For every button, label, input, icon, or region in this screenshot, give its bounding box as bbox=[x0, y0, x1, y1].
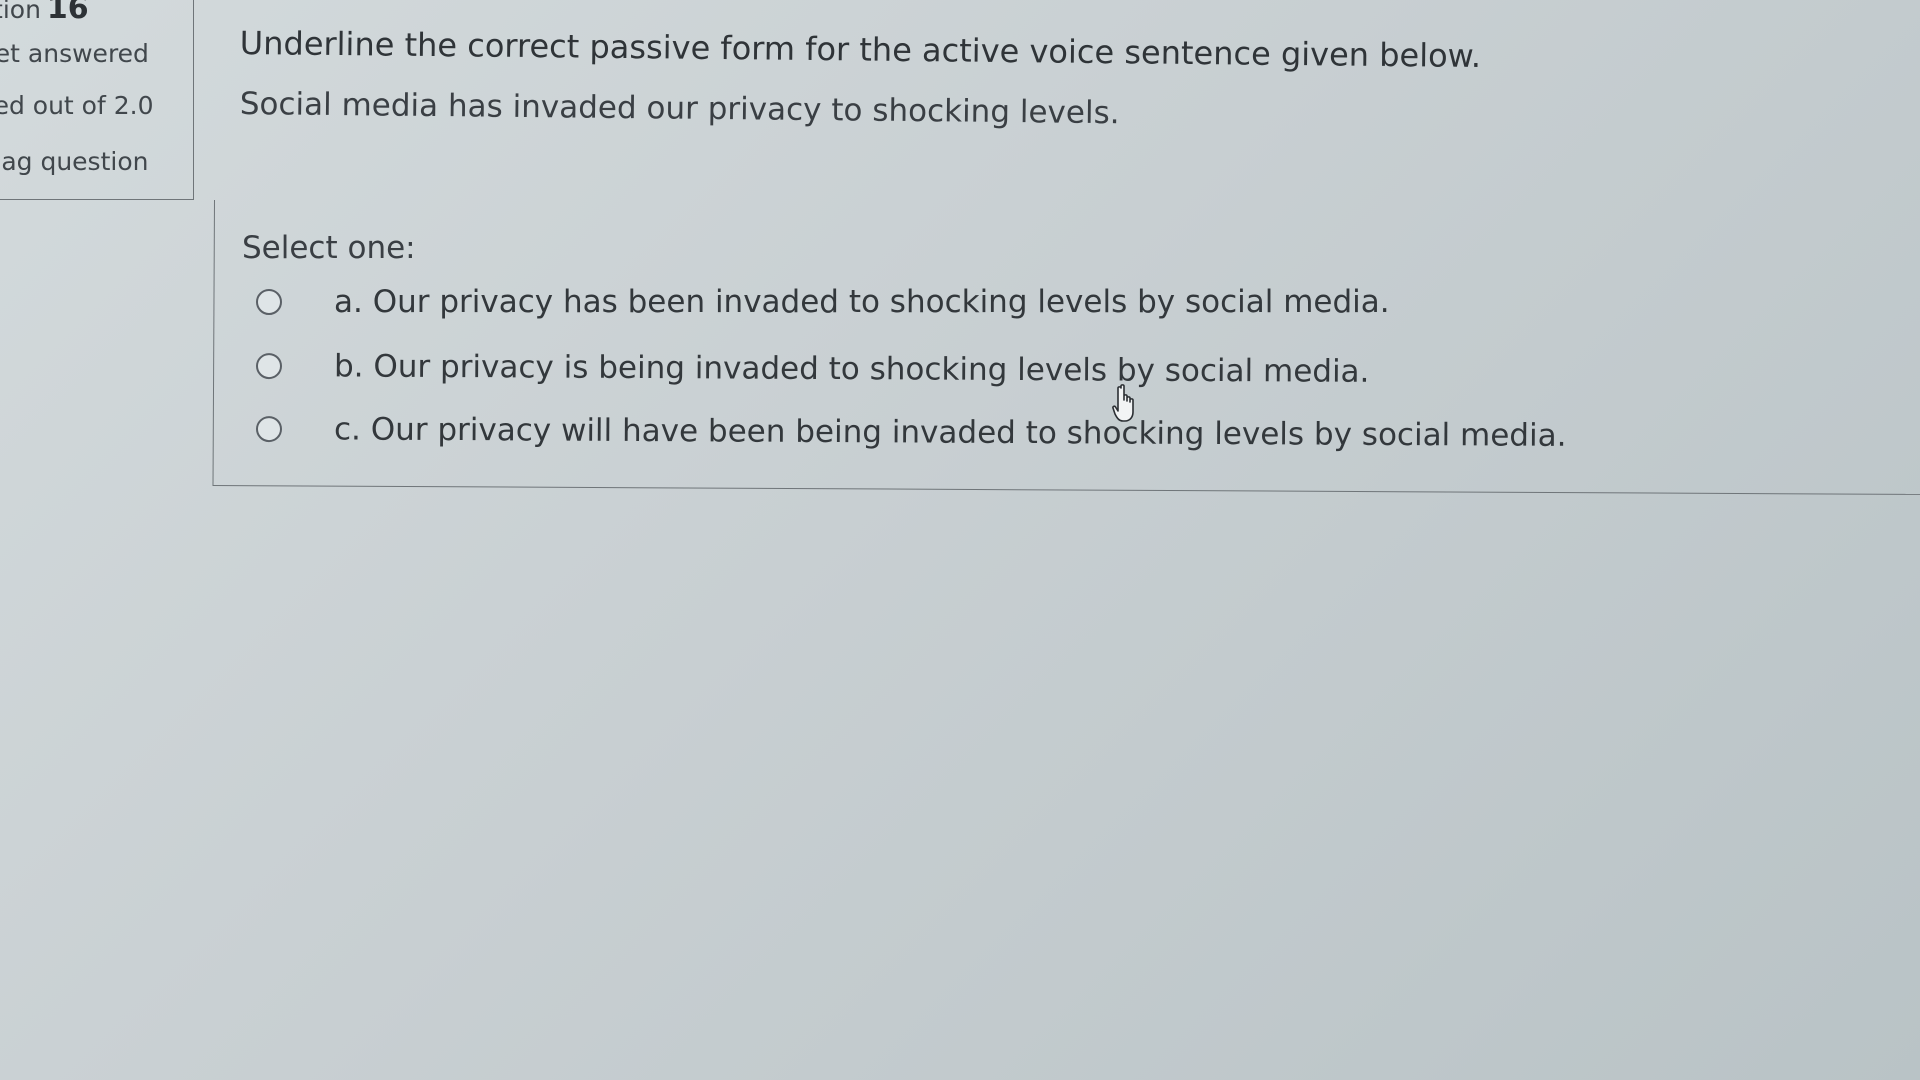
answer-option-c[interactable]: c. Our privacy will have been being inva… bbox=[255, 411, 1567, 454]
question-marks: ked out of 2.0 bbox=[0, 91, 154, 120]
hand-pointer-cursor-icon bbox=[1112, 384, 1134, 422]
question-status: yet answered bbox=[0, 39, 149, 68]
question-number: 16 bbox=[46, 0, 89, 26]
answer-option-a[interactable]: a. Our privacy has been invaded to shock… bbox=[256, 284, 1390, 320]
question-title: stion16 bbox=[0, 0, 89, 26]
radio-button-a[interactable] bbox=[256, 289, 282, 315]
select-one-label: Select one: bbox=[242, 230, 416, 266]
question-title-prefix: stion bbox=[0, 0, 41, 24]
answer-option-a-label[interactable]: a. Our privacy has been invaded to shock… bbox=[334, 284, 1390, 320]
answer-option-b-label[interactable]: b. Our privacy is being invaded to shock… bbox=[334, 348, 1370, 389]
question-sentence: Social media has invaded our privacy to … bbox=[239, 86, 1120, 132]
question-instruction: Underline the correct passive form for t… bbox=[239, 24, 1482, 75]
quiz-page: stion16 yet answered ked out of 2.0 Flag… bbox=[0, 0, 1920, 1080]
radio-button-c[interactable] bbox=[255, 416, 283, 443]
radio-button-b[interactable] bbox=[255, 353, 283, 380]
answer-option-b[interactable]: b. Our privacy is being invaded to shock… bbox=[255, 348, 1370, 390]
answer-option-c-label[interactable]: c. Our privacy will have been being inva… bbox=[334, 411, 1567, 453]
question-info-box: stion16 yet answered ked out of 2.0 Flag… bbox=[0, 0, 194, 200]
flag-question-link[interactable]: Flag question bbox=[0, 147, 148, 176]
